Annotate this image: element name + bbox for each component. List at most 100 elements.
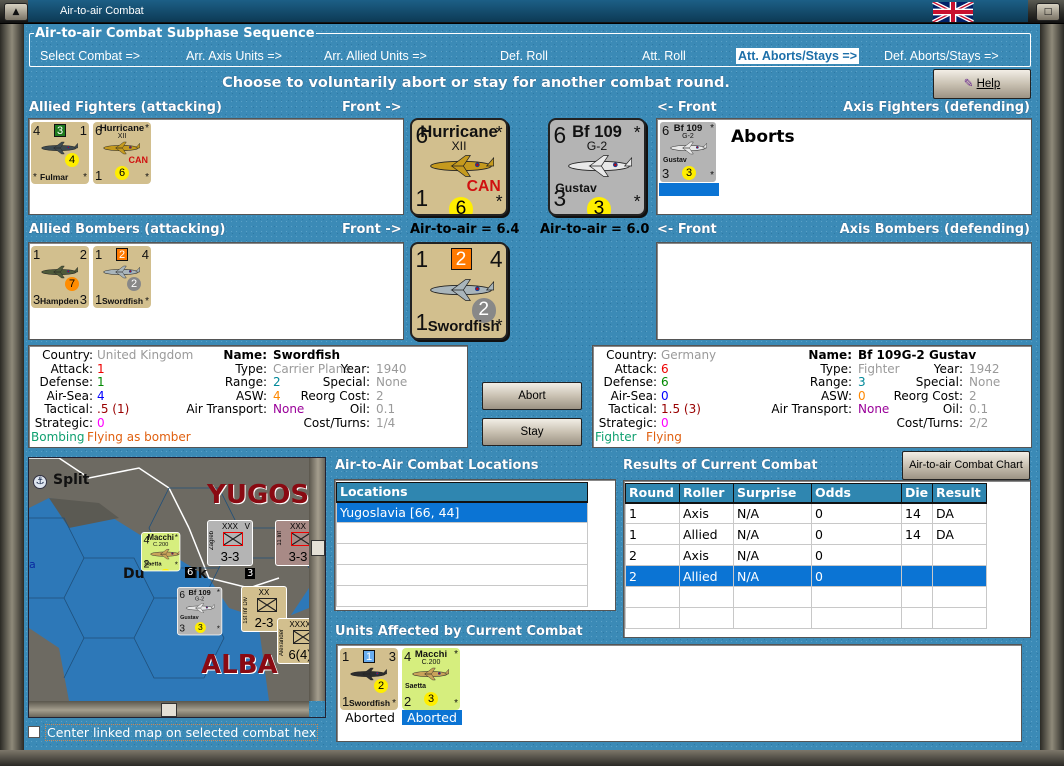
results-cell: Axis: [679, 502, 734, 524]
reorg-value: 2: [969, 388, 977, 403]
unit-counter[interactable]: 6 * 3 * Bf 109 G-2 Gustav 3: [548, 118, 646, 216]
counter-top-left-value: 1: [342, 649, 350, 664]
location-cell[interactable]: [336, 522, 588, 544]
unit-counter[interactable]: 1 4 1 * 2 2 Swordfish: [93, 246, 151, 308]
tactical-label: Tactical:: [608, 402, 657, 417]
counter-range-circle: 6: [448, 197, 474, 214]
unit-counter[interactable]: 1 3 1 * 1 2 Swordfish: [340, 648, 398, 710]
unit-counter[interactable]: 6 * 1 * Hurricane XII CAN 6: [410, 118, 508, 216]
counter-unit-variant: XII: [117, 133, 127, 140]
map-vertical-scroll-thumb[interactable]: [311, 540, 325, 556]
counter-top-left-value: 4: [33, 123, 41, 138]
results-cell: N/A: [733, 502, 812, 524]
oil-label: Oil:: [942, 402, 963, 417]
results-cell: N/A: [733, 544, 812, 566]
location-cell[interactable]: [336, 585, 588, 607]
help-button[interactable]: ✎ Help: [933, 69, 1031, 99]
results-column-roller[interactable]: Roller: [679, 483, 734, 504]
location-row[interactable]: [336, 522, 588, 544]
unit-counter[interactable]: 6 * 1 * Hurricane XII CAN 6: [93, 122, 151, 184]
location-row[interactable]: Yugoslavia [66, 44]: [336, 501, 588, 523]
subphase-sequence-title: Air-to-air Combat Subphase Sequence: [34, 26, 316, 41]
results-column-die[interactable]: Die: [901, 483, 933, 504]
map-ground-unit[interactable]: XXX V Zagreb 3-3: [207, 520, 253, 566]
maximize-button[interactable]: □: [1036, 3, 1060, 21]
affected-units-list[interactable]: 1 3 1 * 1 2 Swordfish Aborted 4 * 2 * Macchi C.200 Sae…: [336, 644, 1022, 742]
results-row[interactable]: [625, 607, 987, 629]
unit-counter[interactable]: 6 * 3 * Bf 109 G-2 Gustav 3: [177, 587, 223, 636]
location-row[interactable]: [336, 585, 588, 607]
location-cell[interactable]: [336, 564, 588, 586]
counter-bottom-name: Swordfish: [427, 318, 500, 335]
asw-value: 0: [858, 388, 866, 403]
unit-counter[interactable]: 1 4 1 * 2 2 Swordfish: [410, 242, 508, 340]
results-column-odds[interactable]: Odds: [811, 483, 902, 504]
results-cell: [932, 565, 987, 587]
unit-nation-label: V: [244, 522, 250, 531]
results-column-surprise[interactable]: Surprise: [733, 483, 812, 504]
results-cell: DA: [932, 523, 987, 545]
asw-value: 4: [273, 388, 281, 403]
locations-header[interactable]: Locations: [336, 482, 588, 503]
defense-label: Defense:: [39, 375, 93, 390]
location-cell[interactable]: [336, 543, 588, 565]
results-row[interactable]: 2 Axis N/A 0: [625, 544, 987, 566]
map-label-yugoslavia: YUGOS: [207, 480, 310, 510]
tactical-value: 1.5 (3): [661, 402, 701, 417]
counter-unit-variant: G-2: [682, 133, 694, 140]
counter-bottom-name: Hampden: [40, 296, 79, 306]
attack-label: Attack:: [614, 361, 657, 376]
results-cell: [932, 607, 987, 629]
abort-button[interactable]: Abort: [482, 382, 582, 410]
results-row[interactable]: 2 Allied N/A 0: [625, 565, 987, 587]
axis-bombers-list[interactable]: [656, 242, 1032, 340]
location-cell[interactable]: Yugoslavia [66, 44]: [336, 501, 588, 523]
linked-map[interactable]: ⚓ Split YUGOS ALBA Du ik a XXX V Zagreb 3-3…: [28, 457, 326, 718]
country-value: United Kingdom: [97, 348, 194, 362]
locations-list[interactable]: Locations Yugoslavia [66, 44]: [334, 479, 616, 611]
system-menu-button[interactable]: ▲: [4, 3, 28, 21]
counter-bottom-right-value: *: [145, 296, 149, 307]
counter-strength-badge: 3: [54, 124, 66, 137]
results-cell: [679, 586, 734, 608]
results-row[interactable]: [625, 586, 987, 608]
counter-nickname: Gustav: [180, 615, 199, 621]
map-horizontal-scroll-thumb[interactable]: [161, 703, 177, 717]
unit-counter[interactable]: 4*2*MacchiC.200Saetta3: [141, 532, 181, 572]
reorg-label: Reorg Cost:: [893, 388, 963, 403]
cost-value: 1/4: [376, 416, 396, 430]
transport-label: Air Transport:: [186, 402, 267, 417]
map-vertical-scrollbar[interactable]: [309, 458, 325, 701]
location-row[interactable]: [336, 564, 588, 586]
asw-label: ASW:: [820, 388, 852, 403]
map-label-albania: ALBA: [201, 650, 278, 680]
unit-counter[interactable]: 4*2*MacchiC.200Saetta3: [402, 648, 460, 710]
defense-value: 6: [661, 375, 669, 390]
center-map-checkbox-label[interactable]: Center linked map on selected combat hex: [45, 724, 319, 741]
counter-range-circle: 2: [374, 679, 388, 693]
aircraft-icon: [668, 140, 708, 156]
axis-fighters-list[interactable]: Aborts 6 * 3 * Bf 109 G-2 Gustav 3: [656, 118, 1032, 215]
allied-fighters-list[interactable]: 4 1 * * 3 4 Fulmar 6 * 1 * Hurricane XII CAN 6: [28, 118, 404, 215]
counter-range-circle: 3: [424, 692, 438, 706]
allied-bombers-list[interactable]: 1 2 3 3 7 Hampden 1 4 1 * 2 2 Swordfish: [28, 242, 404, 340]
front-left-label-bombers: <- Front: [657, 222, 717, 237]
map-horizontal-scrollbar[interactable]: [29, 701, 309, 717]
unit-counter[interactable]: 6 * 3 * Bf 109 G-2 Gustav 3: [659, 121, 717, 183]
results-column-round[interactable]: Round: [625, 483, 680, 504]
results-cell: [679, 607, 734, 629]
center-map-checkbox[interactable]: [28, 726, 40, 738]
unit-counter[interactable]: 4 1 * * 3 4 Fulmar: [31, 122, 89, 184]
country-label: Country:: [606, 348, 657, 362]
type-label: Type:: [235, 361, 267, 376]
unit-counter[interactable]: 1 2 3 3 7 Hampden: [31, 246, 89, 308]
results-row[interactable]: 1 Axis N/A 0 14 DA: [625, 502, 987, 524]
transport-label: Air Transport:: [771, 402, 852, 417]
counter-range-circle: 7: [65, 277, 79, 291]
special-label: Special:: [915, 375, 963, 390]
stay-button[interactable]: Stay: [482, 418, 582, 446]
location-row[interactable]: [336, 543, 588, 565]
results-row[interactable]: 1 Allied N/A 0 14 DA: [625, 523, 987, 545]
results-column-result[interactable]: Result: [932, 483, 987, 504]
air-to-air-combat-chart-button[interactable]: Air-to-air Combat Chart: [902, 451, 1030, 480]
